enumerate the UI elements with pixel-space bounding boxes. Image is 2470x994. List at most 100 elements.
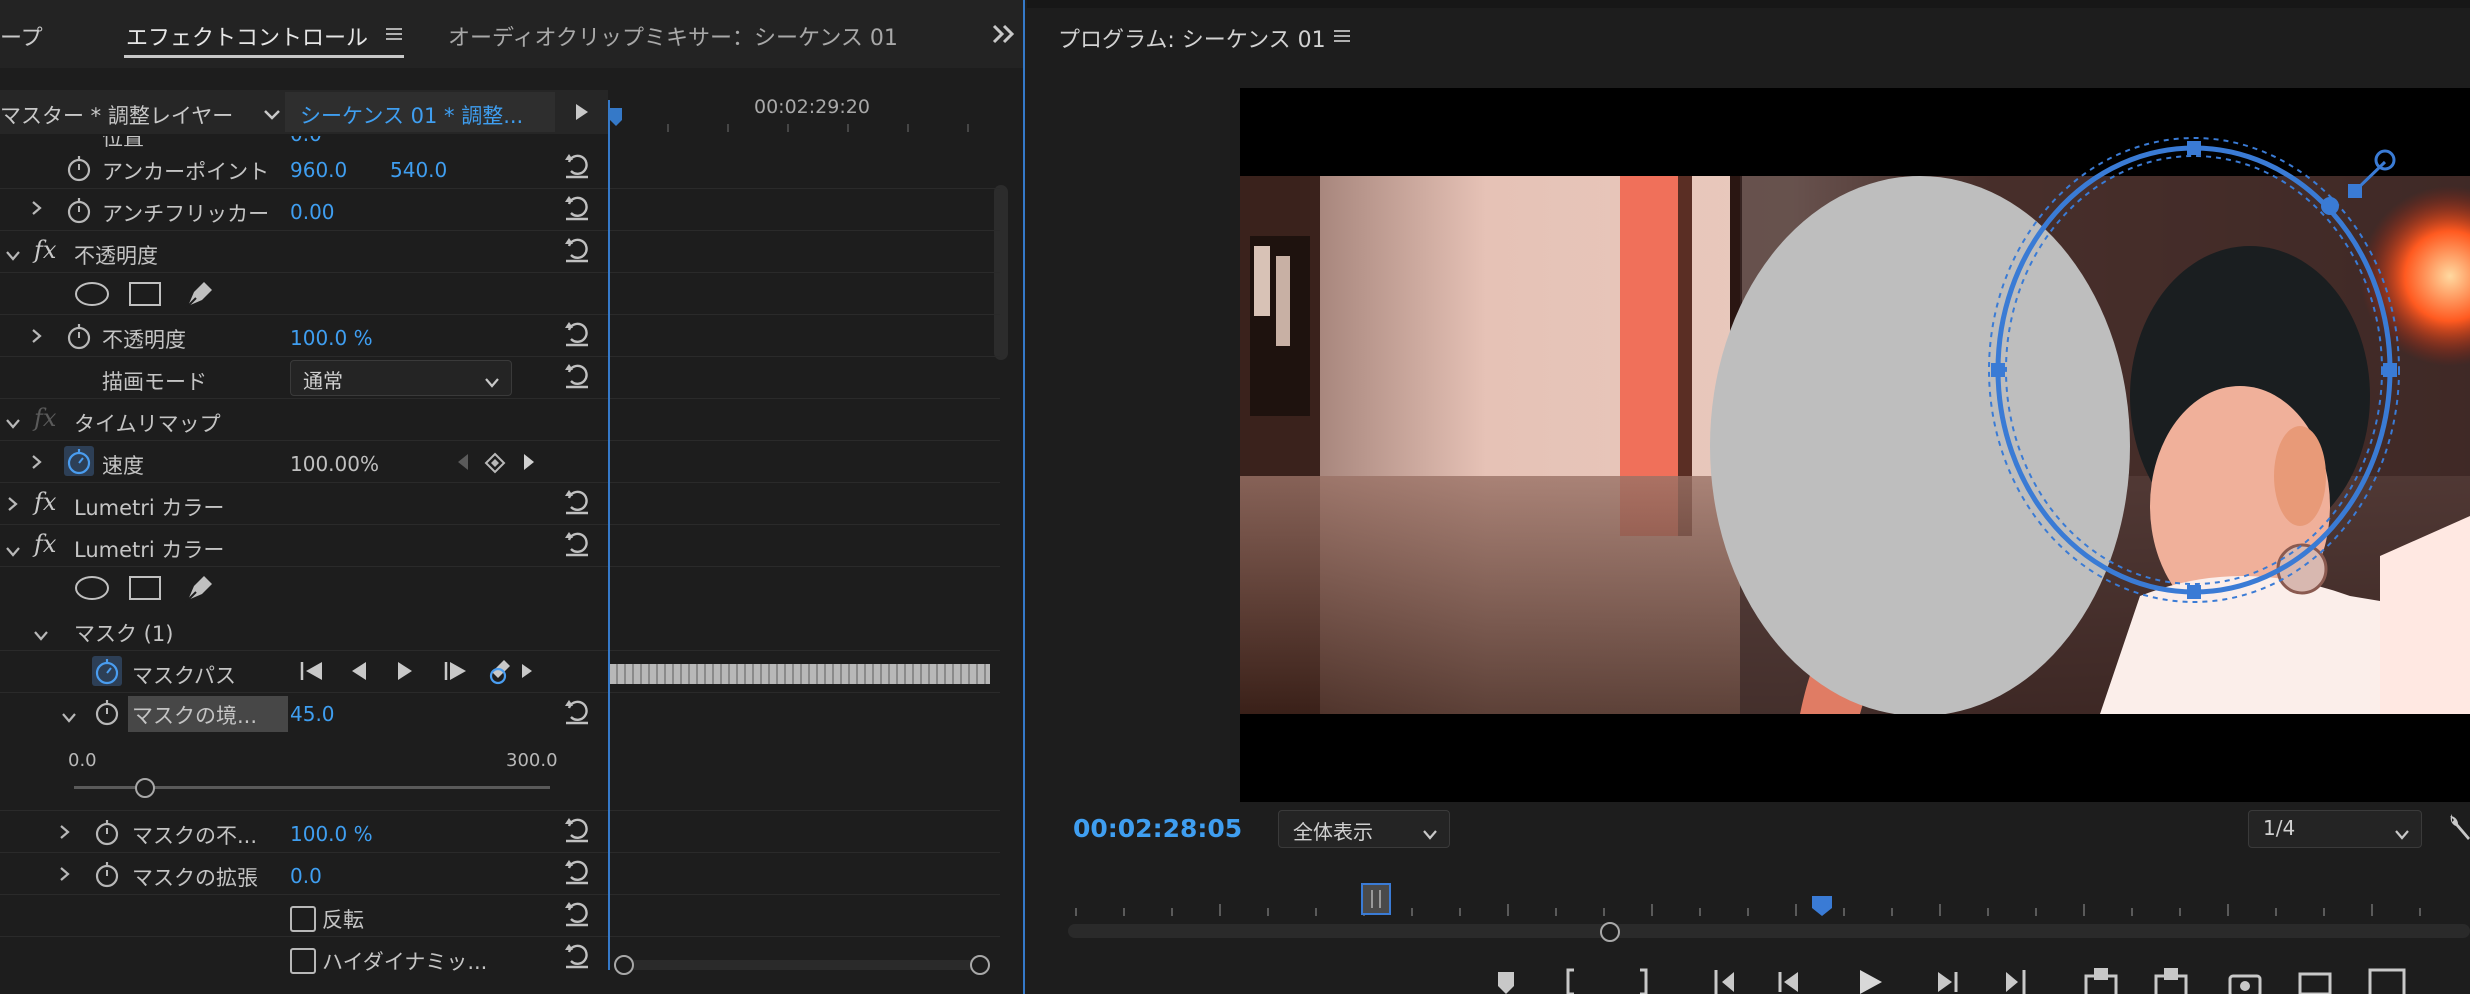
stopwatch-icon[interactable] (94, 860, 120, 893)
chevron-right-icon[interactable] (30, 198, 44, 222)
wrench-settings-icon[interactable] (2446, 812, 2470, 847)
tab-audio-clip-mixer[interactable]: オーディオクリップミキサー：シーケンス 01 (448, 20, 898, 52)
stopwatch-icon[interactable] (66, 322, 92, 355)
position-value[interactable]: 0.0 (290, 136, 322, 146)
chevron-down-icon[interactable] (4, 540, 22, 564)
stopwatch-icon[interactable] (66, 196, 92, 229)
reset-icon[interactable] (562, 898, 592, 933)
mask-feather-label: マスクの境... (132, 704, 258, 728)
row-divider (0, 936, 1000, 937)
pen-mask-icon[interactable] (182, 278, 216, 315)
playback-resolution-dropdown[interactable]: 1/4 (2248, 810, 2422, 848)
row-divider (0, 810, 1000, 811)
more-panels-icon[interactable] (990, 22, 1018, 51)
opacity-value[interactable]: 100.0 % (290, 326, 373, 350)
program-zoom-handle[interactable] (1600, 922, 1620, 942)
sequence-clip-label[interactable]: シーケンス 01 * 調整... (300, 100, 523, 130)
mask-overlay[interactable] (1930, 110, 2470, 630)
blend-mode-dropdown[interactable]: 通常 (290, 360, 512, 396)
stopwatch-icon[interactable] (64, 446, 94, 476)
reset-icon[interactable] (562, 318, 592, 353)
rectangle-mask-icon[interactable] (128, 280, 162, 313)
stopwatch-icon[interactable] (94, 698, 120, 731)
invert-checkbox[interactable] (290, 906, 316, 932)
mask-expansion-label: マスクの拡張 (132, 866, 258, 890)
row-divider (0, 398, 1000, 399)
rectangle-mask-icon[interactable] (128, 574, 162, 607)
chevron-down-icon[interactable] (60, 706, 78, 730)
anchor-y-value[interactable]: 540.0 (390, 158, 447, 182)
zoom-handle-right[interactable] (970, 955, 990, 975)
zoom-handle-left[interactable] (614, 955, 634, 975)
chevron-right-icon[interactable] (58, 822, 72, 846)
reset-icon[interactable] (562, 486, 592, 521)
fx-icon[interactable]: fx (34, 236, 56, 264)
program-time-ruler[interactable] (1068, 880, 2470, 920)
hdr-checkbox[interactable] (290, 948, 316, 974)
mask-group-label: マスク (1) (74, 622, 174, 646)
chevron-right-icon[interactable] (6, 494, 20, 518)
master-clip-label: マスター * 調整レイヤー (0, 104, 234, 128)
chevron-right-icon[interactable] (30, 452, 44, 476)
track-back-frame-icon[interactable] (348, 660, 368, 687)
track-backward-icon[interactable] (298, 660, 326, 687)
reset-icon[interactable] (562, 814, 592, 849)
prev-keyframe-icon[interactable] (456, 452, 470, 477)
play-triangle-icon[interactable] (574, 102, 590, 127)
stopwatch-icon[interactable] (66, 154, 92, 187)
stopwatch-icon[interactable] (94, 818, 120, 851)
blend-mode-value: 通常 (303, 369, 343, 393)
track-forward-frame-icon[interactable] (396, 660, 416, 687)
row-divider (0, 272, 1000, 273)
panel-menu-icon[interactable] (384, 24, 404, 49)
mask-opacity-value[interactable]: 100.0 % (290, 822, 373, 846)
opacity-section-label: 不透明度 (74, 244, 158, 268)
row-divider (0, 692, 1000, 693)
reset-icon[interactable] (562, 696, 592, 731)
pen-mask-icon[interactable] (182, 572, 216, 609)
reset-icon[interactable] (562, 360, 592, 395)
panel-menu-icon[interactable] (1332, 26, 1352, 51)
program-timecode[interactable]: 00:02:28:05 (1073, 814, 1242, 843)
zoom-level-dropdown[interactable]: 全体表示 (1278, 810, 1450, 848)
chevron-down-icon[interactable] (262, 104, 282, 128)
add-keyframe-icon[interactable] (484, 452, 506, 479)
panel-top-strip (1027, 0, 2470, 8)
chevron-right-icon[interactable] (30, 326, 44, 350)
tracking-settings-icon[interactable] (486, 656, 536, 691)
ellipse-mask-icon[interactable] (74, 574, 110, 607)
stopwatch-icon[interactable] (92, 656, 122, 686)
zoom-level-value: 全体表示 (1293, 820, 1373, 844)
timeline-zoom-scrollbar[interactable] (614, 960, 984, 970)
tab-effect-controls[interactable]: エフェクトコントロール (126, 20, 368, 52)
next-keyframe-icon[interactable] (522, 452, 536, 477)
antiflicker-value[interactable]: 0.00 (290, 200, 335, 224)
program-monitor-title[interactable]: プログラム: シーケンス 01 (1058, 22, 1326, 54)
fx-icon[interactable]: fx (34, 488, 56, 516)
mask-feather-label-box[interactable]: マスクの境... (128, 696, 288, 732)
anchor-x-value[interactable]: 960.0 (290, 158, 347, 182)
speed-label: 速度 (102, 454, 144, 478)
program-zoom-bar[interactable] (1068, 924, 2470, 938)
reset-icon[interactable] (562, 150, 592, 185)
effect-playhead[interactable] (608, 100, 610, 970)
reset-icon[interactable] (562, 856, 592, 891)
chevron-down-icon[interactable] (4, 244, 22, 268)
mask-expansion-value[interactable]: 0.0 (290, 864, 322, 888)
tab-partial[interactable]: ープ (0, 20, 43, 52)
track-forward-icon[interactable] (442, 660, 470, 687)
ellipse-mask-icon[interactable] (74, 280, 110, 313)
reset-icon[interactable] (562, 192, 592, 227)
transport-controls (1490, 966, 2470, 994)
active-tab-underline (124, 55, 404, 58)
mask-path-keyframe-strip[interactable] (610, 664, 990, 684)
reset-icon[interactable] (562, 940, 592, 975)
chevron-down-icon[interactable] (32, 624, 50, 648)
reset-icon[interactable] (562, 234, 592, 269)
chevron-right-icon[interactable] (58, 864, 72, 888)
mask-feather-value[interactable]: 45.0 (290, 702, 335, 726)
fx-icon[interactable]: fx (34, 530, 56, 558)
reset-icon[interactable] (562, 528, 592, 563)
speed-value[interactable]: 100.00% (290, 452, 379, 476)
chevron-down-icon[interactable] (4, 412, 22, 436)
